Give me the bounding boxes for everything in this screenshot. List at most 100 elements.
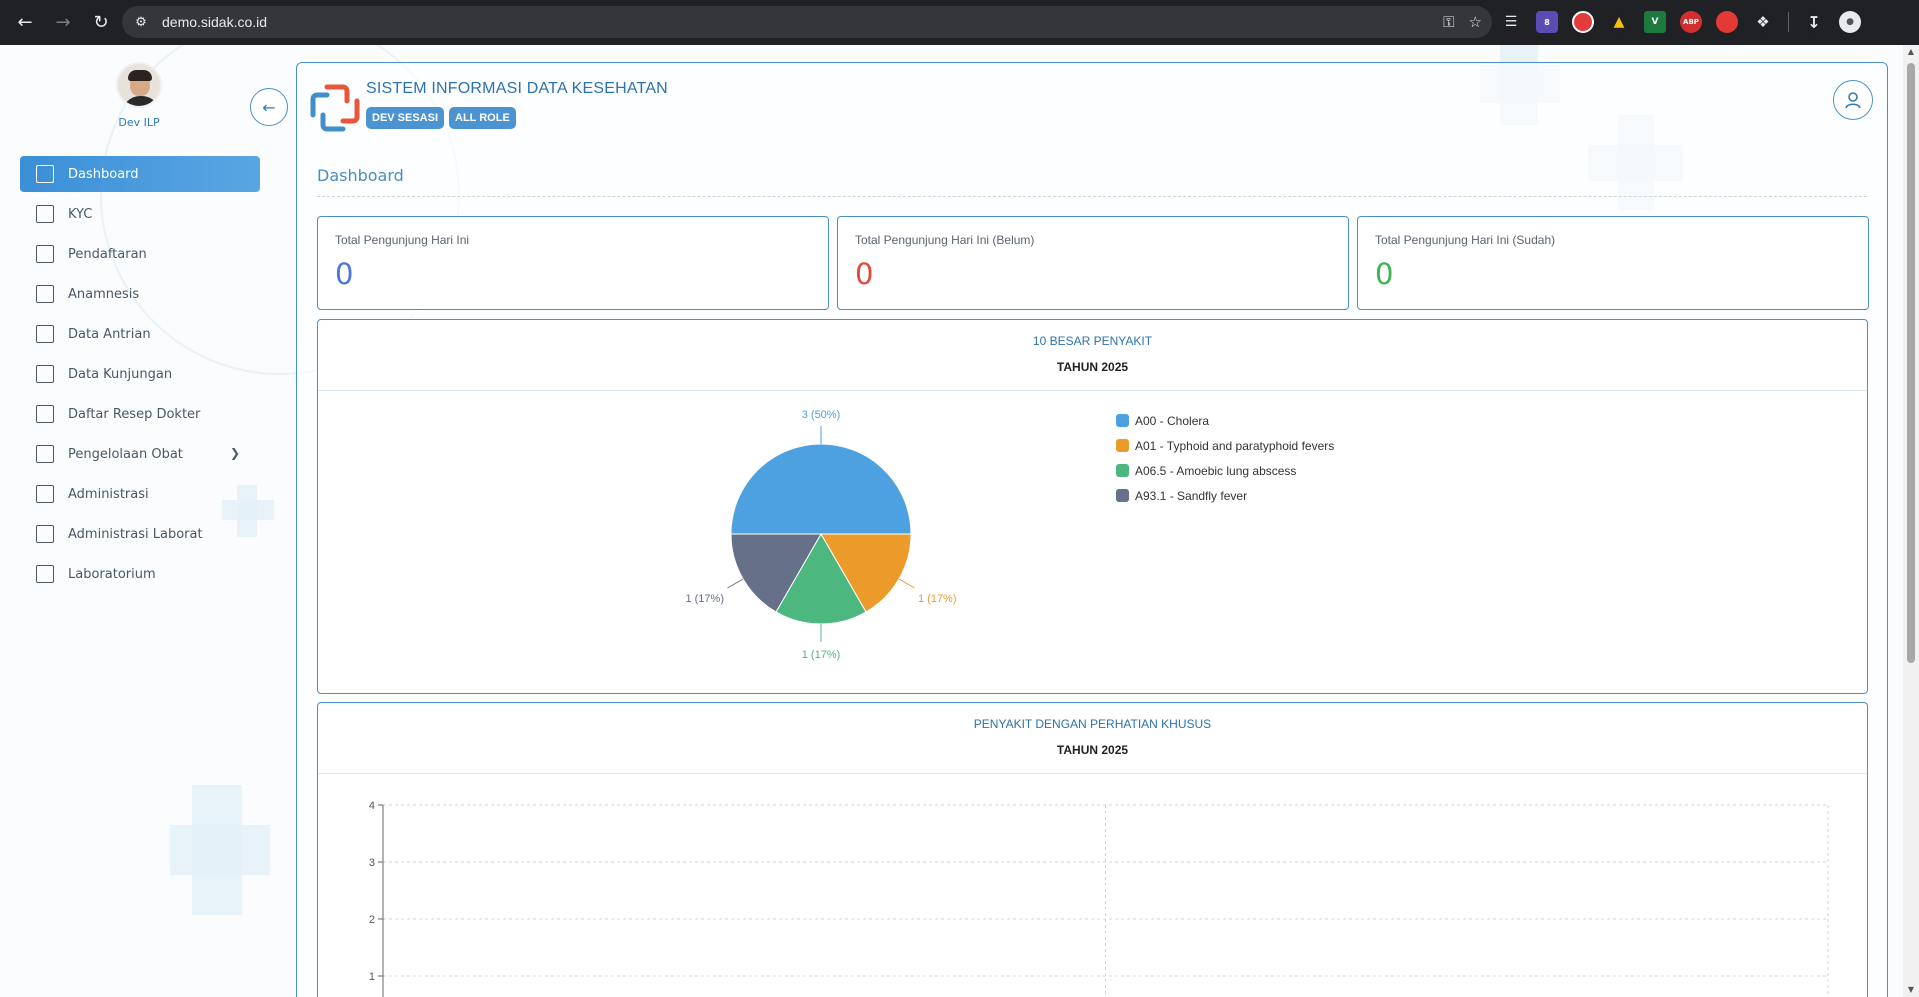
page-scrollbar[interactable]: ▲ ▼ bbox=[1903, 45, 1919, 997]
role-badge: ALL ROLE bbox=[449, 107, 516, 129]
queue-icon bbox=[36, 325, 54, 343]
health-cross-logo bbox=[310, 84, 360, 132]
url-text[interactable]: demo.sidak.co.id bbox=[162, 14, 267, 30]
legend-label: A06.5 - Amoebic lung abscess bbox=[1135, 463, 1297, 478]
sidebar-item-label: Dashboard bbox=[68, 166, 139, 182]
sidebar-item-data-kunjungan[interactable]: Data Kunjungan bbox=[20, 356, 260, 392]
page-body: Dev ILP ← Dashboard KYC Pendaftaran Anam… bbox=[0, 45, 1903, 997]
sidebar-item-label: Pengelolaan Obat bbox=[68, 446, 183, 462]
sidebar-item-label: Data Kunjungan bbox=[68, 366, 173, 382]
grid-icon bbox=[36, 165, 54, 183]
breadcrumb: Dashboard bbox=[317, 166, 404, 185]
sidebar-item-anamnesis[interactable]: Anamnesis bbox=[20, 276, 260, 312]
stat-label: Total Pengunjung Hari Ini (Belum) bbox=[855, 233, 1035, 247]
sidebar-item-label: Data Antrian bbox=[68, 326, 151, 342]
chart-title: 10 BESAR PENYAKIT bbox=[1032, 334, 1153, 348]
download-icon[interactable]: ↧ bbox=[1803, 11, 1825, 33]
sidebar-menu: Dashboard KYC Pendaftaran Anamnesis Data… bbox=[20, 156, 260, 596]
address-bar[interactable]: ⚙ demo.sidak.co.id ⚿ ☆ bbox=[122, 6, 1492, 38]
legend-swatch bbox=[1116, 439, 1129, 452]
legend-swatch bbox=[1116, 464, 1129, 477]
pokeball-extension-icon[interactable] bbox=[1572, 11, 1594, 33]
sidebar-item-kyc[interactable]: KYC bbox=[20, 196, 260, 232]
medicine-icon bbox=[36, 445, 54, 463]
app-title: SISTEM INFORMASI DATA KESEHATAN bbox=[366, 80, 668, 97]
list-doc-icon bbox=[36, 285, 54, 303]
forward-icon[interactable]: → bbox=[46, 6, 80, 40]
bookmark-star-icon[interactable]: ☆ bbox=[1469, 13, 1482, 31]
layers-extension-icon[interactable]: ☰ bbox=[1500, 11, 1522, 33]
sidebar-item-label: Daftar Resep Dokter bbox=[68, 406, 201, 422]
pie-slice-label: 1 (17%) bbox=[685, 593, 724, 605]
stat-label: Total Pengunjung Hari Ini (Sudah) bbox=[1375, 233, 1556, 247]
stat-card-belum: Total Pengunjung Hari Ini (Belum) 0 bbox=[837, 216, 1349, 310]
user-menu-button[interactable] bbox=[1833, 80, 1873, 120]
sidebar-item-data-antrian[interactable]: Data Antrian bbox=[20, 316, 260, 352]
site-info-icon[interactable]: ⚙ bbox=[126, 7, 156, 37]
pie-label-leader bbox=[727, 578, 744, 589]
avatar[interactable] bbox=[116, 62, 162, 108]
pie-chart: 3 (50%) 1 (17%) 1 (17%) 1 (17%) bbox=[685, 409, 956, 661]
scroll-thumb[interactable] bbox=[1907, 63, 1915, 663]
profile-icon[interactable]: ● bbox=[1839, 11, 1861, 33]
sidebar-item-pengelolaan-obat[interactable]: Pengelolaan Obat ❯ bbox=[20, 436, 260, 472]
stat-value: 0 bbox=[335, 257, 354, 291]
y-tick-label: 1 bbox=[369, 971, 375, 983]
prescription-icon bbox=[36, 405, 54, 423]
stat-card-total: Total Pengunjung Hari Ini 0 bbox=[317, 216, 829, 310]
sidebar-item-daftar-resep-dokter[interactable]: Daftar Resep Dokter bbox=[20, 396, 260, 432]
pie-slice-label: 1 (17%) bbox=[802, 649, 841, 661]
sidebar-item-dashboard[interactable]: Dashboard bbox=[20, 156, 260, 192]
user-name: Dev ILP bbox=[118, 116, 160, 129]
scroll-down-icon[interactable]: ▼ bbox=[1906, 985, 1916, 995]
chart-subtitle: TAHUN 2025 bbox=[1056, 743, 1129, 757]
main-panel: SISTEM INFORMASI DATA KESEHATAN DEV SESA… bbox=[296, 62, 1888, 997]
sidebar-item-laboratorium[interactable]: Laboratorium bbox=[20, 556, 260, 592]
green-extension-icon[interactable]: V bbox=[1644, 11, 1666, 33]
card-divider bbox=[318, 773, 1867, 774]
legend-label: A00 - Cholera bbox=[1135, 413, 1210, 428]
puzzle-extensions-icon[interactable]: ❖ bbox=[1752, 11, 1774, 33]
pie-slice-label: 3 (50%) bbox=[802, 409, 841, 421]
sidebar-item-label: Administrasi bbox=[68, 486, 149, 502]
sidebar-item-administrasi-laborat[interactable]: Administrasi Laborat bbox=[20, 516, 260, 552]
legend-item[interactable]: A01 - Typhoid and paratyphoid fevers bbox=[1116, 433, 1334, 458]
legend-swatch bbox=[1116, 414, 1129, 427]
pie-label-leader bbox=[898, 578, 915, 589]
stat-value: 0 bbox=[1375, 257, 1394, 291]
legend-label: A93.1 - Sandfly fever bbox=[1135, 488, 1248, 503]
pie-slice[interactable] bbox=[730, 443, 912, 535]
password-key-icon[interactable]: ⚿ bbox=[1443, 13, 1454, 31]
pie-legend: A00 - Cholera A01 - Typhoid and paratypho… bbox=[1116, 408, 1334, 508]
file-icon bbox=[36, 205, 54, 223]
chart-subtitle: TAHUN 2025 bbox=[1056, 360, 1129, 374]
sidebar: Dev ILP ← Dashboard KYC Pendaftaran Anam… bbox=[0, 45, 288, 997]
back-icon[interactable]: ← bbox=[8, 6, 42, 40]
browser-toolbar: ← → ↻ ⚙ demo.sidak.co.id ⚿ ☆ ☰ 8 ▲ V ABP… bbox=[0, 0, 1919, 45]
special-attention-card: PENYAKIT DENGAN PERHATIAN KHUSUS TAHUN 2… bbox=[317, 702, 1868, 997]
legend-item[interactable]: A00 - Cholera bbox=[1116, 408, 1334, 433]
legend-item[interactable]: A93.1 - Sandfly fever bbox=[1116, 483, 1334, 508]
drive-extension-icon[interactable]: ▲ bbox=[1608, 11, 1630, 33]
sidebar-item-pendaftaran[interactable]: Pendaftaran bbox=[20, 236, 260, 272]
sidebar-item-label: Anamnesis bbox=[68, 286, 140, 302]
legend-item[interactable]: A06.5 - Amoebic lung abscess bbox=[1116, 458, 1334, 483]
y-tick-label: 4 bbox=[369, 800, 375, 812]
purple-extension-icon[interactable]: 8 bbox=[1536, 11, 1558, 33]
card-divider bbox=[318, 390, 1867, 391]
reload-icon[interactable]: ↻ bbox=[84, 6, 118, 40]
stat-card-sudah: Total Pengunjung Hari Ini (Sudah) 0 bbox=[1357, 216, 1869, 310]
sidebar-item-label: KYC bbox=[68, 206, 93, 222]
hand-extension-icon[interactable] bbox=[1716, 11, 1738, 33]
legend-label: A01 - Typhoid and paratyphoid fevers bbox=[1135, 438, 1335, 453]
sidebar-item-administrasi[interactable]: Administrasi bbox=[20, 476, 260, 512]
breadcrumb-divider bbox=[317, 196, 1867, 197]
arrow-left-icon: ← bbox=[262, 97, 276, 117]
sidebar-item-label: Laboratorium bbox=[68, 566, 156, 582]
stat-value: 0 bbox=[855, 257, 874, 291]
line-chart: 4 3 2 1 bbox=[369, 800, 1829, 997]
adblock-extension-icon[interactable]: ABP bbox=[1680, 11, 1702, 33]
scroll-up-icon[interactable]: ▲ bbox=[1906, 47, 1916, 57]
toolbar-divider bbox=[1788, 12, 1789, 32]
collapse-sidebar-button[interactable]: ← bbox=[250, 88, 288, 126]
